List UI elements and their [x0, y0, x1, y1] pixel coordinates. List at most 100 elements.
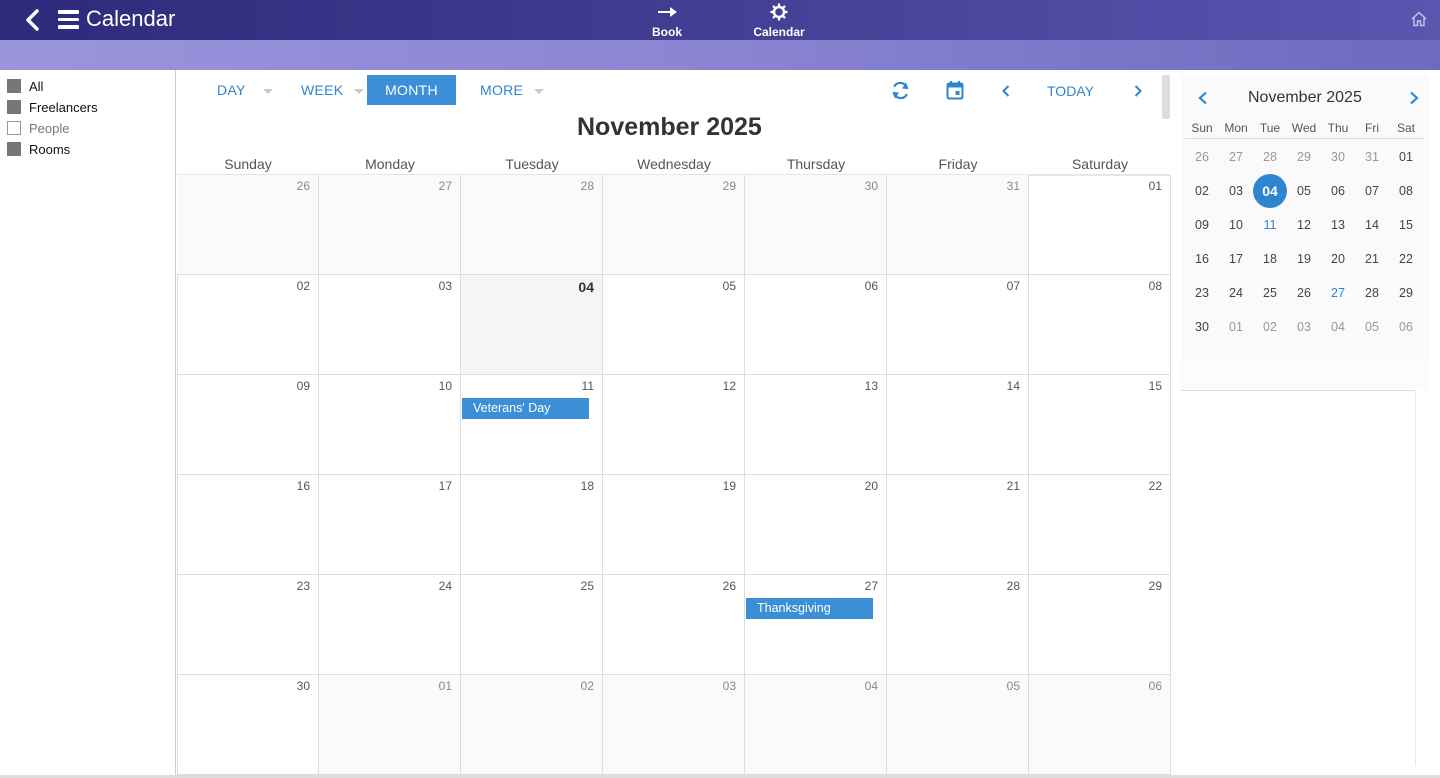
week-dropdown-icon[interactable] [354, 89, 364, 94]
day-cell[interactable]: 14 [887, 375, 1029, 475]
day-dropdown-icon[interactable] [263, 89, 273, 94]
day-cell[interactable]: 06 [1029, 675, 1171, 775]
back-button[interactable] [22, 8, 44, 32]
filter-freelancers[interactable]: Freelancers [7, 99, 98, 115]
mini-day[interactable]: 29 [1287, 140, 1321, 174]
mini-day[interactable]: 27 [1219, 140, 1253, 174]
mini-day[interactable]: 29 [1389, 276, 1423, 310]
day-cell[interactable]: 19 [603, 475, 745, 575]
day-cell[interactable]: 27 [319, 175, 461, 275]
mini-day[interactable]: 26 [1185, 140, 1219, 174]
mini-day[interactable]: 06 [1321, 174, 1355, 208]
mini-day[interactable]: 22 [1389, 242, 1423, 276]
mini-day[interactable]: 09 [1185, 208, 1219, 242]
day-cell[interactable]: 30 [745, 175, 887, 275]
mini-day[interactable]: 14 [1355, 208, 1389, 242]
mini-day[interactable]: 02 [1185, 174, 1219, 208]
mini-day[interactable]: 06 [1389, 310, 1423, 344]
mini-day[interactable]: 11 [1253, 208, 1287, 242]
day-cell[interactable]: 29 [1029, 575, 1171, 675]
event-chip[interactable]: Veterans' Day [462, 398, 589, 419]
day-cell[interactable]: 05 [887, 675, 1029, 775]
hamburger-menu-icon[interactable] [58, 10, 79, 29]
view-week-button[interactable]: WEEK [301, 75, 343, 105]
mini-day[interactable]: 16 [1185, 242, 1219, 276]
day-cell[interactable]: 01 [319, 675, 461, 775]
day-cell[interactable]: 17 [319, 475, 461, 575]
day-cell[interactable]: 08 [1029, 275, 1171, 375]
event-chip[interactable]: Thanksgiving [746, 598, 873, 619]
day-cell[interactable]: 05 [603, 275, 745, 375]
day-cell[interactable]: 12 [603, 375, 745, 475]
mini-day[interactable]: 20 [1321, 242, 1355, 276]
refresh-button[interactable] [890, 80, 911, 106]
filter-people[interactable]: People [7, 120, 69, 136]
filter-rooms[interactable]: Rooms [7, 141, 70, 157]
mini-day[interactable]: 13 [1321, 208, 1355, 242]
day-cell[interactable]: 22 [1029, 475, 1171, 575]
today-button[interactable]: TODAY [1047, 83, 1094, 99]
mini-day[interactable]: 30 [1185, 310, 1219, 344]
mini-next-button[interactable] [1407, 90, 1421, 111]
day-cell[interactable]: 30 [177, 675, 319, 775]
mini-day[interactable]: 01 [1219, 310, 1253, 344]
day-cell[interactable]: 04 [745, 675, 887, 775]
day-cell[interactable]: 24 [319, 575, 461, 675]
mini-day[interactable]: 03 [1287, 310, 1321, 344]
home-button[interactable] [1410, 10, 1428, 28]
day-cell[interactable]: 13 [745, 375, 887, 475]
day-cell[interactable]: 03 [319, 275, 461, 375]
day-cell[interactable]: 29 [603, 175, 745, 275]
scrollbar[interactable] [1162, 75, 1170, 119]
day-cell[interactable]: 18 [461, 475, 603, 575]
mini-day[interactable]: 27 [1321, 276, 1355, 310]
mini-day[interactable]: 17 [1219, 242, 1253, 276]
mini-day[interactable]: 04 [1253, 174, 1287, 208]
mini-day[interactable]: 02 [1253, 310, 1287, 344]
day-cell[interactable]: 15 [1029, 375, 1171, 475]
day-cell[interactable]: 27 Thanksgiving [745, 575, 887, 675]
mini-day[interactable]: 30 [1321, 140, 1355, 174]
day-cell[interactable]: 26 [177, 175, 319, 275]
day-cell[interactable]: 03 [603, 675, 745, 775]
mini-day[interactable]: 07 [1355, 174, 1389, 208]
day-cell[interactable]: 09 [177, 375, 319, 475]
filter-all[interactable]: All [7, 78, 43, 94]
mini-day[interactable]: 05 [1355, 310, 1389, 344]
mini-day[interactable]: 19 [1287, 242, 1321, 276]
mini-day[interactable]: 10 [1219, 208, 1253, 242]
day-cell[interactable]: 06 [745, 275, 887, 375]
more-dropdown-icon[interactable] [534, 89, 544, 94]
mini-day[interactable]: 01 [1389, 140, 1423, 174]
mini-day[interactable]: 25 [1253, 276, 1287, 310]
mini-day[interactable]: 05 [1287, 174, 1321, 208]
day-cell[interactable]: 11 Veterans' Day [461, 375, 603, 475]
day-cell[interactable]: 07 [887, 275, 1029, 375]
day-cell[interactable]: 01 [1029, 175, 1171, 275]
view-day-button[interactable]: DAY [217, 75, 246, 105]
mini-day[interactable]: 12 [1287, 208, 1321, 242]
mini-day[interactable]: 24 [1219, 276, 1253, 310]
mini-day[interactable]: 03 [1219, 174, 1253, 208]
mini-day[interactable]: 15 [1389, 208, 1423, 242]
day-cell[interactable]: 31 [887, 175, 1029, 275]
mini-day[interactable]: 26 [1287, 276, 1321, 310]
mini-prev-button[interactable] [1196, 90, 1210, 111]
view-more-button[interactable]: MORE [480, 75, 523, 105]
mini-day[interactable]: 28 [1253, 140, 1287, 174]
day-cell[interactable]: 23 [177, 575, 319, 675]
day-cell[interactable]: 21 [887, 475, 1029, 575]
day-cell[interactable]: 20 [745, 475, 887, 575]
day-cell[interactable]: 10 [319, 375, 461, 475]
day-cell[interactable]: 16 [177, 475, 319, 575]
mini-day[interactable]: 18 [1253, 242, 1287, 276]
day-cell[interactable]: 25 [461, 575, 603, 675]
day-cell[interactable]: 04 [461, 275, 603, 375]
mini-day[interactable]: 31 [1355, 140, 1389, 174]
prev-month-button[interactable] [1000, 84, 1012, 103]
mini-day[interactable]: 21 [1355, 242, 1389, 276]
day-cell[interactable]: 02 [177, 275, 319, 375]
calendar-picker-button[interactable] [946, 80, 964, 105]
day-cell[interactable]: 26 [603, 575, 745, 675]
mini-day[interactable]: 23 [1185, 276, 1219, 310]
